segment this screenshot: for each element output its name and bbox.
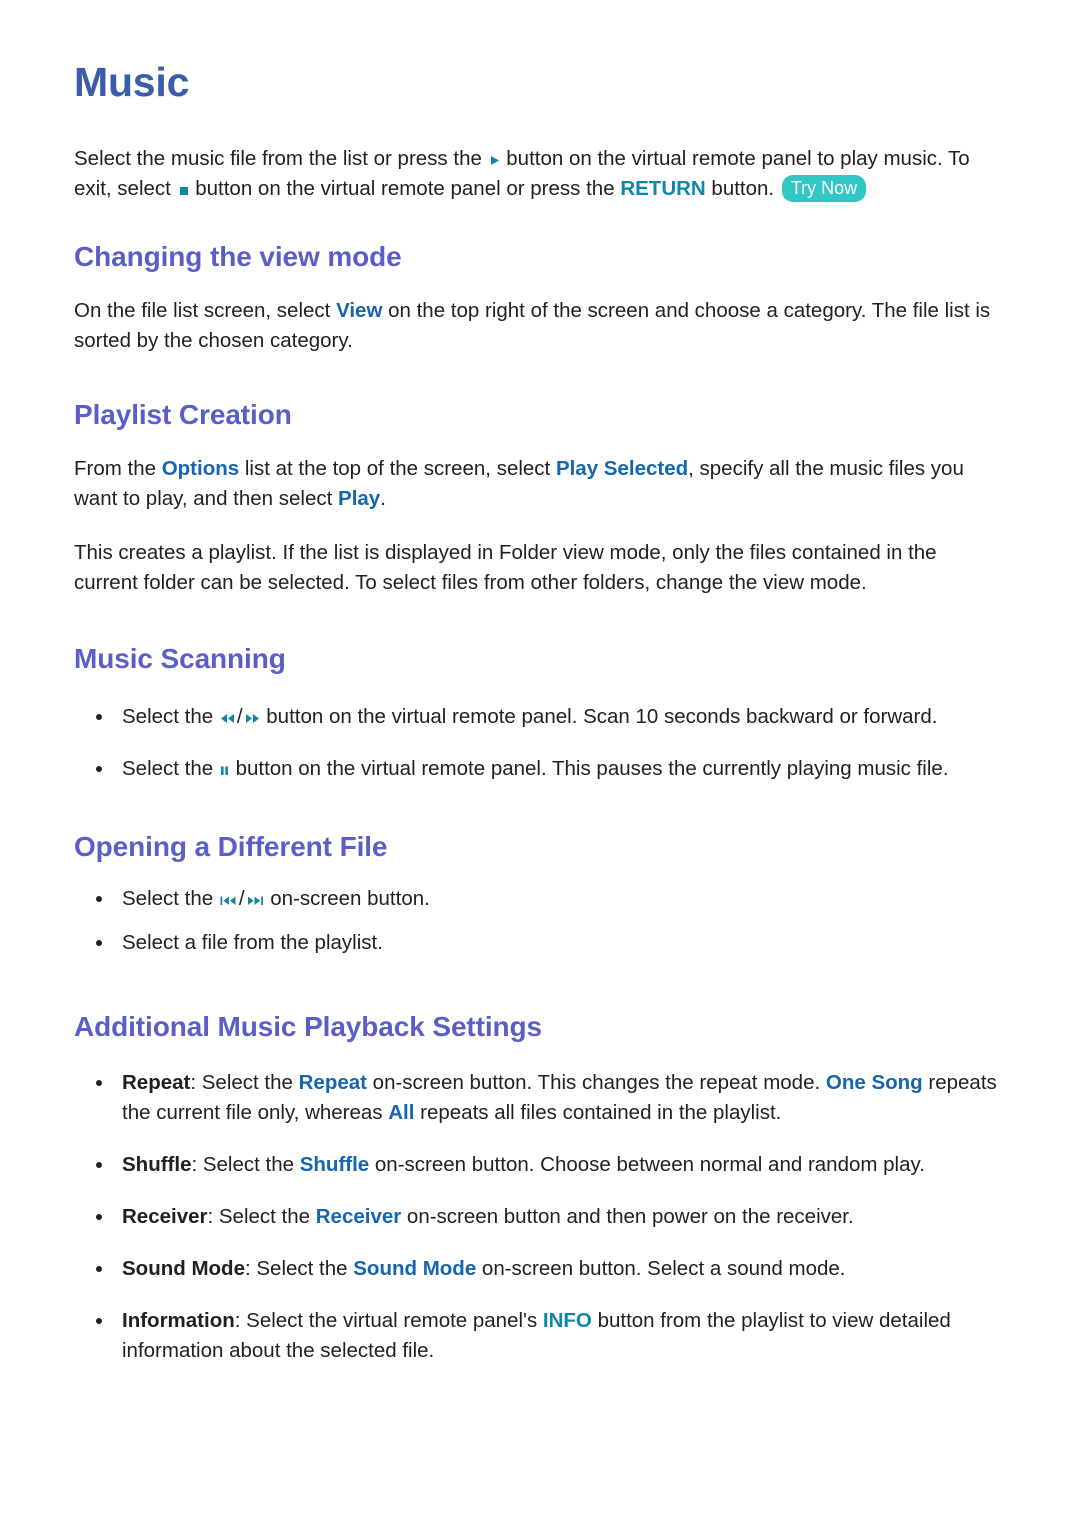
bullet-label: Information [122,1309,235,1332]
pause-icon [219,760,230,781]
section-heading: Additional Music Playback Settings [74,1011,543,1042]
section-heading: Music Scanning [74,643,286,674]
repeat-keyword: Repeat [298,1071,367,1094]
page-title: Music [74,59,190,105]
list-item: Shuffle: Select the Shuffle on-screen bu… [74,1150,1004,1180]
bullet-text-part1: Select the [122,757,219,780]
bullet-label: Repeat [122,1071,191,1094]
playback-settings-bullet-list: Repeat: Select the Repeat on-screen butt… [74,1068,1004,1366]
list-item: Information: Select the virtual remote p… [74,1306,1004,1366]
section-paragraph-2: This creates a playlist. If the list is … [74,541,937,594]
bullet-text-part1: : Select the [190,1071,299,1094]
list-item: Select the button on the virtual remote … [74,754,1004,784]
music-scanning-bullet-list: Select the / button on the virtual remot… [74,702,1004,784]
section-heading: Changing the view mode [74,241,402,272]
receiver-keyword: Receiver [315,1205,402,1228]
skip-previous-icon [219,890,238,911]
section-changing-the-view-mode: Changing the view mode On the file list … [74,240,1004,356]
bullet-text-part2: on-screen button and then power on the r… [401,1205,854,1228]
section-paragraph-1: From the Options list at the top of the … [74,454,1004,514]
sound-mode-keyword: Sound Mode [353,1257,477,1280]
list-item: Sound Mode: Select the Sound Mode on-scr… [74,1254,1004,1284]
bullet-text-part1: Select the [122,887,219,910]
bullet-text-part2: on-screen button. Select a sound mode. [476,1257,846,1280]
view-keyword: View [336,299,383,322]
paragraph-part1: On the file list screen, select [74,299,337,322]
intro-text-part4: button. [705,177,780,200]
paragraph-part4: . [380,487,386,510]
bullet-label: Sound Mode [122,1257,245,1280]
bullet-label: Shuffle [122,1153,192,1176]
stop-icon [177,180,190,201]
play-selected-keyword: Play Selected [555,457,689,480]
try-now-badge[interactable]: Try Now [781,175,867,202]
section-heading: Opening a Different File [74,831,388,862]
play-icon [488,150,501,171]
section-heading: Playlist Creation [74,399,292,430]
bullet-text-part1: : Select the [191,1153,300,1176]
one-song-keyword: One Song [825,1071,923,1094]
rewind-icon [219,708,236,729]
options-keyword: Options [161,457,240,480]
bullet-text-part1: : Select the [244,1257,354,1280]
bullet-text-part1: : Select the [207,1205,316,1228]
fast-forward-icon [244,708,261,729]
section-additional-music-playback-settings: Additional Music Playback Settings Repea… [74,1010,1004,1366]
section-playlist-creation: Playlist Creation From the Options list … [74,398,1004,598]
document-page: Music Select the music file from the lis… [0,0,1080,1527]
bullet-text-part2: button on the virtual remote panel. This… [229,757,949,780]
skip-next-icon [246,890,265,911]
bullet-text-part2: on-screen button. This changes the repea… [366,1071,826,1094]
list-item: Select the / on-screen button. [74,884,1004,914]
intro-text-part3: button on the virtual remote panel or pr… [189,177,621,200]
opening-file-bullet-list: Select the / on-screen button. Select a … [74,884,1004,958]
bullet-text-part1: : Select the virtual remote panel's [234,1309,543,1332]
info-keyword: INFO [542,1309,592,1332]
shuffle-keyword: Shuffle [299,1153,370,1176]
all-keyword: All [388,1101,415,1124]
bullet-text-part2: on-screen button. Choose between normal … [369,1153,925,1176]
bullet-text-part2: on-screen button. [264,887,430,910]
intro-text-part1: Select the music file from the list or p… [74,147,488,170]
return-keyword: RETURN [620,177,706,200]
list-item: Select a file from the playlist. [74,928,1004,958]
section-music-scanning: Music Scanning Select the / button on th… [74,642,1004,784]
bullet-text-part2: button on the virtual remote panel. Scan… [260,705,938,728]
bullet-text-part1: Select the [122,705,219,728]
bullet-label: Receiver [122,1205,208,1228]
intro-paragraph: Select the music file from the list or p… [74,144,1004,204]
section-opening-a-different-file: Opening a Different File Select the / on… [74,830,1004,958]
icon-separator: / [238,887,245,910]
bullet-text-part4: repeats all files contained in the playl… [414,1101,782,1124]
paragraph-part1: From the [74,457,162,480]
list-item: Receiver: Select the Receiver on-screen … [74,1202,1004,1232]
document-content: Music Select the music file from the lis… [74,58,1004,1400]
play-keyword: Play [338,487,381,510]
list-item: Select the / button on the virtual remot… [74,702,1004,732]
list-item: Repeat: Select the Repeat on-screen butt… [74,1068,1004,1128]
section-paragraph: On the file list screen, select View on … [74,296,1004,356]
paragraph-part2: list at the top of the screen, select [239,457,556,480]
icon-separator: / [236,705,243,728]
